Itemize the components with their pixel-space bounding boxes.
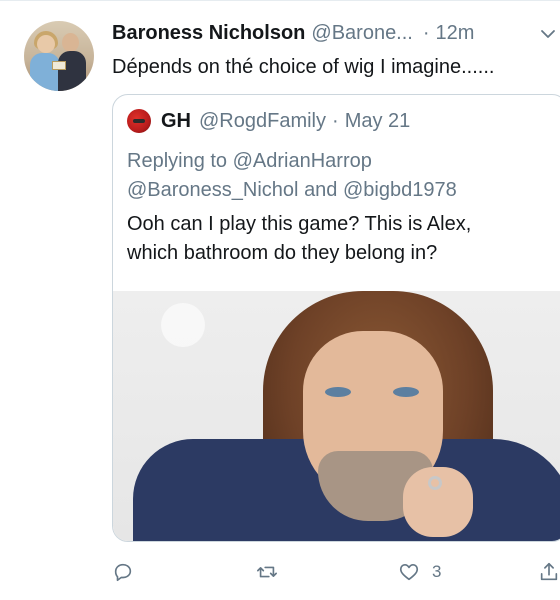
author-name[interactable]: Baroness Nicholson: [112, 22, 305, 45]
tweet-text: Dépends on thé choice of wig I imagine..…: [112, 56, 495, 78]
quoted-header: GH @RogdFamily · May 21: [127, 109, 410, 133]
mention-link[interactable]: @bigbd1978: [343, 179, 457, 201]
reply-button[interactable]: [112, 556, 134, 588]
tweet-timestamp[interactable]: 12m: [436, 22, 475, 45]
author-handle[interactable]: @Barone...: [311, 22, 412, 45]
header-separator: ·: [422, 22, 430, 44]
quoted-text-line: which bathroom do they belong in?: [127, 242, 438, 264]
quoted-author-handle[interactable]: @RogdFamily: [199, 110, 326, 133]
replying-and: and: [304, 179, 338, 201]
quoted-date: May 21: [344, 109, 411, 132]
author-avatar[interactable]: [24, 21, 94, 91]
top-divider: [0, 0, 560, 1]
share-icon: [540, 562, 558, 581]
like-button[interactable]: 3: [398, 556, 441, 588]
reply-icon: [114, 563, 132, 582]
retweet-button[interactable]: [256, 556, 278, 588]
quoted-media-image[interactable]: [113, 291, 560, 541]
like-count: 3: [432, 562, 442, 581]
quoted-text: Ooh can I play this game? This is Alex, …: [127, 210, 557, 268]
quoted-text-line: Ooh can I play this game? This is Alex,: [127, 213, 472, 235]
heart-icon: [399, 564, 419, 581]
share-button[interactable]: [538, 556, 560, 588]
retweet-icon: [257, 566, 277, 578]
quoted-author-name[interactable]: GH: [161, 110, 191, 133]
quoted-separator: ·: [332, 109, 339, 132]
mention-link[interactable]: @Baroness_Nichol: [127, 179, 299, 201]
quoted-tweet[interactable]: GH @RogdFamily · May 21 Replying to @Adr…: [112, 94, 560, 542]
replying-prefix: Replying to: [127, 150, 228, 172]
chevron-down-icon[interactable]: [540, 26, 556, 42]
tweet-header: Baroness Nicholson @Barone... · 12m: [112, 22, 474, 48]
mention-link[interactable]: @AdrianHarrop: [233, 150, 372, 172]
replying-to: Replying to @AdrianHarrop @Baroness_Nich…: [127, 147, 557, 205]
quoted-author-avatar[interactable]: [127, 109, 151, 133]
tweet-actions: 3: [0, 556, 560, 588]
